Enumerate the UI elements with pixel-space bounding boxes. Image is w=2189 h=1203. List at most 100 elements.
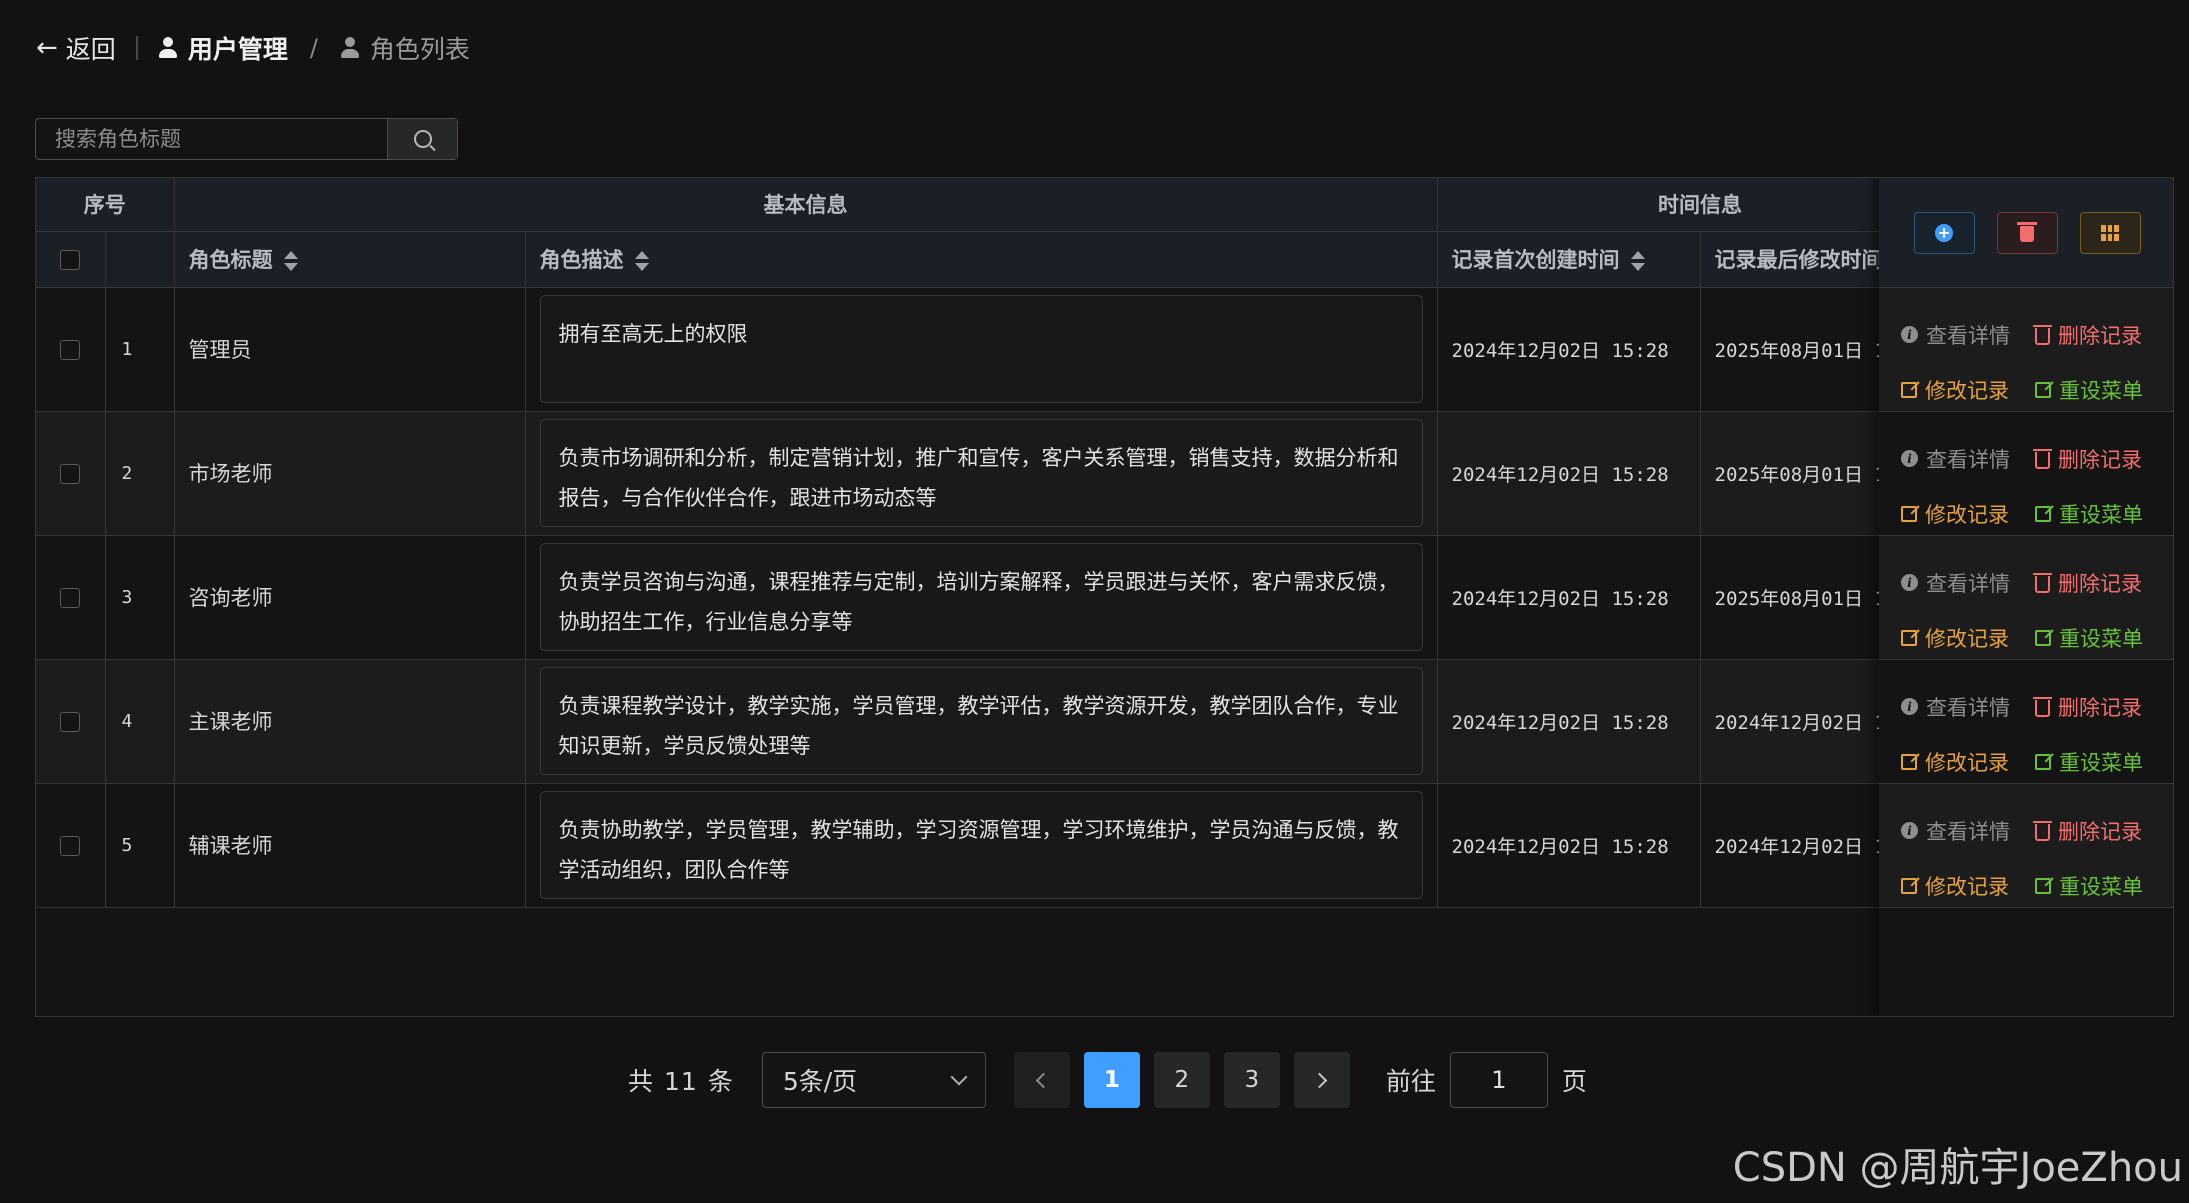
row-created: 2024年12月02日 15:28	[1437, 659, 1701, 784]
delete-record-button[interactable]: 删除记录	[2033, 810, 2165, 852]
info-icon: i	[1901, 822, 1918, 840]
reset-menu-button[interactable]: 重设菜单	[2035, 494, 2165, 536]
delete-record-button[interactable]: 删除记录	[2033, 686, 2165, 728]
row-desc: 负责课程教学设计，教学实施，学员管理，教学评估，教学资源开发，教学团队合作，专业…	[539, 667, 1423, 775]
breadcrumb-user-management[interactable]: 用户管理	[158, 30, 288, 66]
header-created[interactable]: 记录首次创建时间	[1437, 231, 1701, 288]
table-row: 4 主课老师 负责课程教学设计，教学实施，学员管理，教学评估，教学资源开发，教学团队…	[36, 659, 2173, 784]
pagination: 共11条 5条/页 1 2 3 前往 页	[628, 1052, 1587, 1108]
sort-icon[interactable]	[283, 250, 298, 272]
search-input[interactable]	[36, 119, 387, 159]
info-icon: i	[1901, 574, 1918, 592]
chevron-left-icon	[1036, 1072, 1052, 1088]
header-index-group: 序号	[36, 178, 175, 232]
next-page-button[interactable]	[1293, 1052, 1350, 1108]
header-index	[105, 231, 175, 288]
prev-page-button[interactable]	[1013, 1052, 1070, 1108]
edit-icon	[2035, 506, 2051, 523]
page-button-2[interactable]: 2	[1153, 1052, 1210, 1108]
row-checkbox[interactable]	[60, 712, 81, 732]
view-details-button[interactable]: i 查看详情	[1901, 314, 2035, 356]
reset-menu-button[interactable]: 重设菜单	[2035, 742, 2165, 784]
delete-record-button[interactable]: 删除记录	[2033, 562, 2165, 604]
arrow-left-icon: ←	[36, 33, 58, 63]
edit-icon	[2035, 630, 2051, 647]
row-actions: i 查看详情 删除记录修改记录 重设菜单	[1879, 412, 2173, 536]
row-actions: i 查看详情 删除记录修改记录 重设菜单	[1879, 784, 2173, 908]
reset-menu-button[interactable]: 重设菜单	[2035, 866, 2165, 908]
header-basic-info: 基本信息	[174, 178, 1438, 232]
row-checkbox[interactable]	[60, 588, 81, 608]
table-row: 3 咨询老师 负责学员咨询与沟通，课程推荐与定制，培训方案解释，学员跟进与关怀，客户…	[36, 535, 2173, 660]
row-created: 2024年12月02日 15:28	[1437, 783, 1701, 908]
goto-page-input[interactable]	[1449, 1052, 1548, 1108]
chevron-down-icon	[950, 1068, 968, 1086]
row-select-cell	[36, 535, 106, 660]
search-button[interactable]	[387, 119, 457, 159]
pagination-total: 共 11 条	[628, 1067, 734, 1096]
trash-icon	[2017, 222, 2037, 242]
page-button-3[interactable]: 3	[1223, 1052, 1280, 1108]
row-title: 咨询老师	[174, 535, 526, 660]
edit-record-button[interactable]: 修改记录	[1901, 494, 2035, 536]
view-details-button[interactable]: i 查看详情	[1901, 810, 2035, 852]
delete-record-button[interactable]: 删除记录	[2033, 314, 2165, 356]
row-created: 2024年12月02日 15:28	[1437, 287, 1701, 412]
chevron-right-icon	[1312, 1072, 1328, 1088]
row-index: 3	[105, 535, 175, 660]
page-size-select[interactable]: 5条/页	[761, 1052, 986, 1108]
divider	[135, 36, 138, 60]
back-button[interactable]: ← 返回	[36, 30, 116, 66]
grid-icon	[2101, 224, 2119, 241]
back-label: 返回	[65, 35, 116, 64]
reset-menu-button[interactable]: 重设菜单	[2035, 618, 2165, 660]
info-icon: i	[1901, 326, 1918, 344]
info-icon: i	[1901, 698, 1918, 716]
edit-icon	[1901, 630, 1917, 647]
reset-menu-button[interactable]: 重设菜单	[2035, 370, 2165, 412]
row-desc-cell: 拥有至高无上的权限	[525, 287, 1438, 412]
row-title: 市场老师	[174, 411, 526, 536]
row-desc-cell: 负责市场调研和分析，制定营销计划，推广和宣传，客户关系管理，销售支持，数据分析和…	[525, 411, 1438, 536]
sort-icon[interactable]	[1630, 250, 1645, 272]
row-title: 管理员	[174, 287, 526, 412]
header-select-all	[36, 231, 106, 288]
user-icon	[340, 37, 360, 59]
search-icon	[413, 130, 432, 148]
header-desc[interactable]: 角色描述	[525, 231, 1438, 288]
row-desc: 负责市场调研和分析，制定营销计划，推广和宣传，客户关系管理，销售支持，数据分析和…	[539, 419, 1423, 527]
row-title: 辅课老师	[174, 783, 526, 908]
view-details-button[interactable]: i 查看详情	[1901, 562, 2035, 604]
column-settings-button[interactable]	[2079, 211, 2141, 254]
row-desc-cell: 负责学员咨询与沟通，课程推荐与定制，培训方案解释，学员跟进与关怀，客户需求反馈，…	[525, 535, 1438, 660]
row-checkbox[interactable]	[60, 464, 81, 484]
breadcrumb-role-list: 角色列表	[340, 30, 470, 66]
table-row: 2 市场老师 负责市场调研和分析，制定营销计划，推广和宣传，客户关系管理，销售支持，…	[36, 411, 2173, 536]
edit-icon	[2035, 878, 2051, 895]
view-details-button[interactable]: i 查看详情	[1901, 438, 2035, 480]
header-title[interactable]: 角色标题	[174, 231, 526, 288]
edit-record-button[interactable]: 修改记录	[1901, 866, 2035, 908]
user-icon	[158, 37, 178, 59]
page-header: ← 返回 用户管理 / 角色列表	[36, 26, 470, 70]
goto-page: 前往 页	[1386, 1052, 1587, 1108]
view-details-button[interactable]: i 查看详情	[1901, 686, 2035, 728]
trash-icon	[2033, 572, 2052, 593]
row-checkbox[interactable]	[60, 340, 81, 360]
edit-record-button[interactable]: 修改记录	[1901, 618, 2035, 660]
page-button-1[interactable]: 1	[1083, 1052, 1140, 1108]
edit-icon	[1901, 878, 1917, 895]
add-button[interactable]	[1913, 211, 1975, 254]
sort-icon[interactable]	[634, 250, 649, 272]
row-desc-cell: 负责协助教学，学员管理，教学辅助，学习资源管理，学习环境维护，学员沟通与反馈，教…	[525, 783, 1438, 908]
select-all-checkbox[interactable]	[60, 250, 81, 270]
breadcrumb-separator: /	[309, 34, 318, 62]
edit-record-button[interactable]: 修改记录	[1901, 742, 2035, 784]
role-table: 序号 基本信息 时间信息 角色标题 角色描述 记录首次创建时间 记录最后修改时间…	[35, 177, 2174, 1017]
row-checkbox[interactable]	[60, 836, 81, 856]
delete-record-button[interactable]: 删除记录	[2033, 438, 2165, 480]
row-index: 5	[105, 783, 175, 908]
batch-delete-button[interactable]	[1996, 211, 2058, 254]
row-title: 主课老师	[174, 659, 526, 784]
edit-record-button[interactable]: 修改记录	[1901, 370, 2035, 412]
